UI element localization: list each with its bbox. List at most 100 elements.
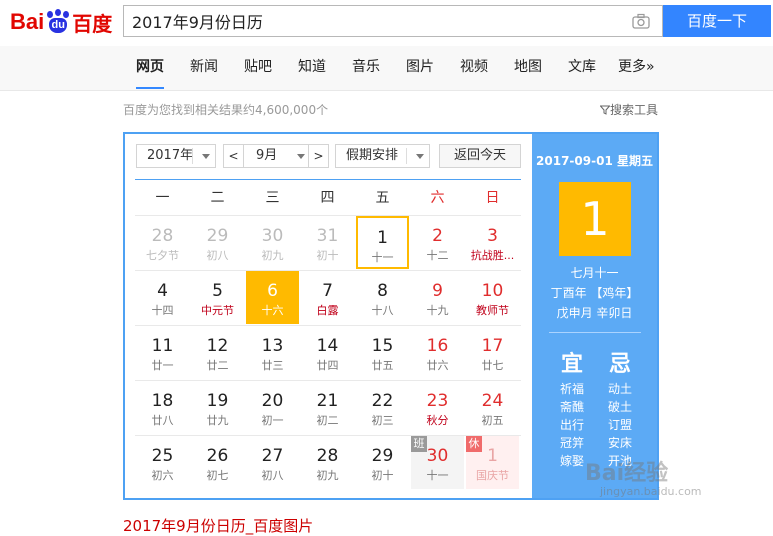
day-number: 13 — [261, 336, 284, 356]
lunar-label: 初三 — [371, 414, 394, 427]
month-select[interactable]: 9月 — [243, 144, 311, 168]
day-number: 28 — [151, 226, 174, 246]
nav-item-map[interactable]: 地图 — [514, 46, 542, 89]
calendar-day-cell[interactable]: 31 初十 — [301, 216, 354, 269]
chevron-down-icon — [202, 154, 210, 159]
calendar-day-cell[interactable]: 27 初八 — [246, 436, 299, 489]
nav-item-images[interactable]: 图片 — [406, 46, 434, 89]
day-number: 8 — [377, 281, 388, 301]
calendar-day-cell[interactable]: 24 初五 — [466, 381, 519, 434]
calendar-day-cell[interactable]: 1 十一 — [356, 216, 409, 269]
lunar-date: 七月十一 — [570, 266, 619, 280]
calendar-day-cell[interactable]: 16 廿六 — [411, 326, 464, 379]
calendar-day-cell[interactable]: 14 廿四 — [301, 326, 354, 379]
calendar-day-cell[interactable]: 13 廿三 — [246, 326, 299, 379]
year-select[interactable]: 2017年 — [136, 144, 216, 168]
calendar-day-cell[interactable]: 22 初三 — [356, 381, 409, 434]
calendar-day-cell[interactable]: 28 初九 — [301, 436, 354, 489]
day-number: 18 — [151, 391, 174, 411]
ji-item: 破土 — [607, 400, 632, 414]
lunar-label: 十二 — [426, 249, 449, 262]
nav-item-zhidao[interactable]: 知道 — [298, 46, 326, 89]
day-number: 4 — [157, 281, 168, 301]
calendar-day-cell[interactable]: 25 初六 — [136, 436, 189, 489]
lunar-label: 廿七 — [481, 359, 504, 372]
calendar-day-cell[interactable]: 11 廿一 — [136, 326, 189, 379]
weekday-label: 日 — [485, 190, 500, 206]
nav-item-news[interactable]: 新闻 — [190, 46, 218, 89]
day-number: 23 — [426, 391, 449, 411]
calendar-day-cell[interactable]: 18 廿八 — [136, 381, 189, 434]
nav-item-wenku[interactable]: 文库 — [568, 46, 596, 89]
calendar-day-cell[interactable]: 5 中元节 — [191, 271, 244, 324]
back-to-today-button[interactable]: 返回今天 — [439, 144, 521, 168]
lunar-label: 十六 — [261, 304, 284, 317]
search-tools-label: 搜索工具 — [610, 103, 659, 117]
calendar-day-cell[interactable]: 15 廿五 — [356, 326, 409, 379]
year-select-value: 2017年 — [147, 148, 194, 163]
calendar-day-cell[interactable]: 6 十六 — [246, 271, 299, 324]
baidu-logo[interactable]: Bai du 百度 — [10, 8, 112, 36]
search-box — [123, 5, 663, 37]
calendar-day-cell[interactable]: 10 教师节 — [466, 271, 519, 324]
day-number: 28 — [316, 446, 339, 466]
camera-icon[interactable] — [632, 13, 650, 29]
calendar-day-cell[interactable]: 8 十八 — [356, 271, 409, 324]
lunar-label: 白露 — [316, 304, 339, 317]
prev-month-button[interactable]: < — [223, 144, 244, 168]
workday-badge: 班 — [411, 436, 427, 452]
calendar-day-cell[interactable]: 30 初九 — [246, 216, 299, 269]
yi-item: 斋醮 — [559, 400, 584, 414]
calendar-day-cell[interactable]: 20 初一 — [246, 381, 299, 434]
nav-item-tieba[interactable]: 贴吧 — [244, 46, 272, 89]
search-button[interactable]: 百度一下 — [663, 5, 771, 37]
calendar-divider — [135, 179, 521, 180]
holiday-select-value: 假期安排 — [346, 148, 399, 163]
calendar-day-cell[interactable]: 7 白露 — [301, 271, 354, 324]
month-select-value: 9月 — [256, 148, 278, 163]
calendar-day-cell[interactable]: 19 廿九 — [191, 381, 244, 434]
calendar-day-cell[interactable]: 班 30 十一 — [411, 436, 464, 489]
lunar-label: 初一 — [261, 414, 284, 427]
calendar-day-cell[interactable]: 26 初七 — [191, 436, 244, 489]
image-result-link[interactable]: 2017年9月份日历_百度图片 — [123, 515, 313, 536]
calendar-day-cell[interactable]: 4 十四 — [136, 271, 189, 324]
nav-item-more[interactable]: 更多» — [618, 46, 655, 89]
yi-label: 宜 — [560, 352, 583, 377]
nav-item-music[interactable]: 音乐 — [352, 46, 380, 89]
watermark: Bai经验 — [585, 461, 669, 486]
lunar-label: 初十 — [371, 469, 394, 482]
ganzhi-year: 丁酉年 【鸡年】 — [550, 286, 639, 300]
lunar-label: 廿八 — [151, 414, 174, 427]
day-number: 9 — [432, 281, 443, 301]
day-number: 3 — [487, 226, 498, 246]
day-number: 11 — [151, 336, 174, 356]
logo-text-right: 百度 — [72, 13, 113, 36]
lunar-label: 国庆节 — [476, 469, 509, 482]
lunar-label: 廿四 — [316, 359, 339, 372]
calendar-day-cell[interactable]: 3 抗战胜... — [466, 216, 519, 269]
search-input[interactable] — [124, 6, 630, 36]
lunar-label: 初十 — [316, 249, 339, 262]
calendar-day-cell[interactable]: 2 十二 — [411, 216, 464, 269]
calendar-day-cell[interactable]: 21 初二 — [301, 381, 354, 434]
nav-item-web[interactable]: 网页 — [136, 46, 164, 89]
search-tools-button[interactable]: 搜索工具 — [599, 101, 659, 118]
lunar-label: 廿六 — [426, 359, 449, 372]
lunar-label: 教师节 — [476, 304, 509, 317]
calendar-day-cell[interactable]: 休 1 国庆节 — [466, 436, 519, 489]
lunar-label: 初八 — [261, 469, 284, 482]
day-number: 29 — [206, 226, 229, 246]
holiday-select[interactable]: 假期安排 — [335, 144, 430, 168]
next-month-button[interactable]: > — [308, 144, 329, 168]
calendar-day-cell[interactable]: 9 十九 — [411, 271, 464, 324]
day-number: 19 — [206, 391, 229, 411]
calendar-day-cell[interactable]: 29 初八 — [191, 216, 244, 269]
calendar-day-cell[interactable]: 29 初十 — [356, 436, 409, 489]
calendar-day-cell[interactable]: 17 廿七 — [466, 326, 519, 379]
calendar-day-cell[interactable]: 23 秋分 — [411, 381, 464, 434]
nav-item-video[interactable]: 视频 — [460, 46, 488, 89]
weekday-label: 三 — [265, 190, 280, 206]
calendar-day-cell[interactable]: 28 七夕节 — [136, 216, 189, 269]
calendar-day-cell[interactable]: 12 廿二 — [191, 326, 244, 379]
